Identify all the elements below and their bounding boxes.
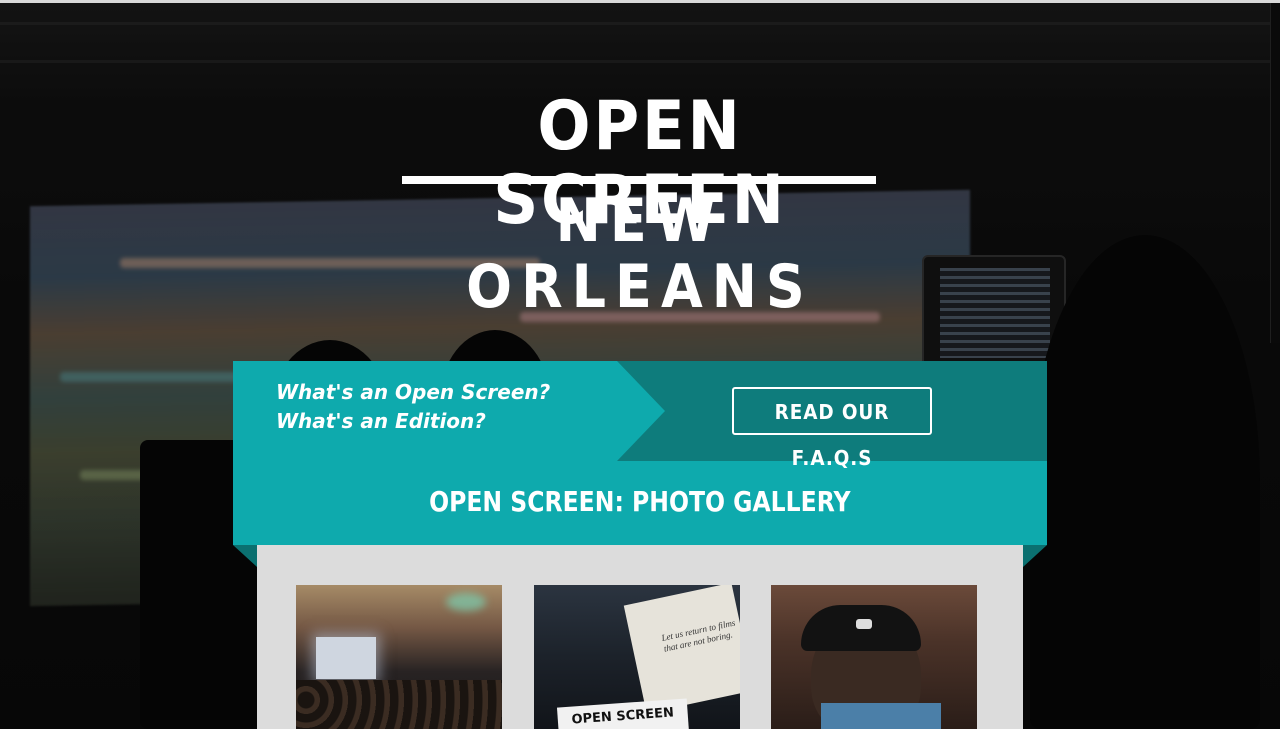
photo-gallery-heading: OPEN SCREEN: PHOTO GALLERY [233,478,1047,526]
ribbon-fold-right [1023,545,1047,567]
photo-gallery-heading-text: OPEN SCREEN: PHOTO GALLERY [429,485,851,518]
gallery-photo-1[interactable] [296,585,502,729]
ribbon-fold-left [233,545,257,567]
logo-divider [402,176,876,184]
site-logo[interactable]: OPEN SCREEN NEW ORLEANS [398,90,882,320]
page: OPEN SCREEN NEW ORLEANS What's an Open S… [0,0,1280,729]
read-faqs-label: READ OUR F.A.Q.S [774,400,890,470]
banner-arrow [617,361,665,461]
cap-logo [856,619,872,629]
gallery-photo-3[interactable] [771,585,977,729]
faq-question-edition: What's an Edition? [276,409,486,433]
faq-question-open-screen: What's an Open Screen? [276,380,551,404]
venue-screen [316,637,376,679]
open-screen-sign: OPEN SCREEN [556,698,690,729]
gallery-photo-2[interactable]: Let us return to films that are not bori… [534,585,740,729]
shirt [821,703,941,729]
stage-light [446,593,486,611]
logo-subtitle: NEW ORLEANS [466,186,814,322]
crowd [296,680,502,729]
read-faqs-button[interactable]: READ OUR F.A.Q.S [732,387,932,470]
